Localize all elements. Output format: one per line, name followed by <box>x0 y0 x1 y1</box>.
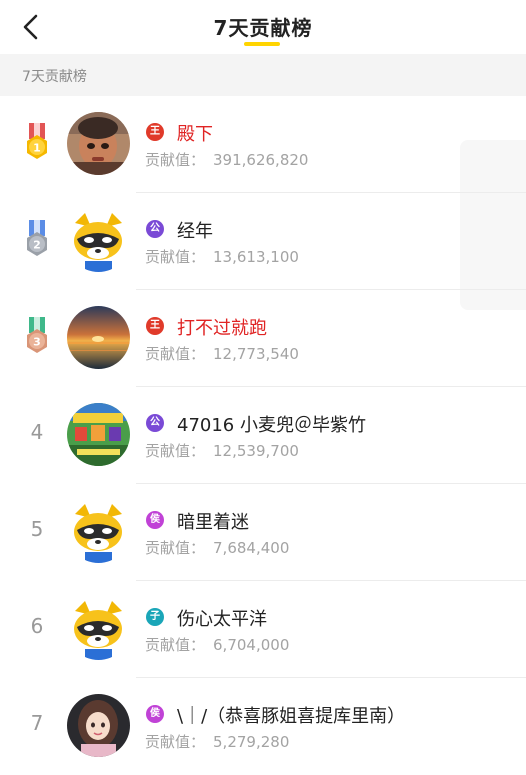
avatar[interactable] <box>67 306 130 369</box>
avatar[interactable] <box>67 597 130 660</box>
list-item[interactable]: 4 公 47016 小麦兜＠毕紫竹 贡献值： 12,539,700 <box>0 387 526 484</box>
level-badge-icon: 公 <box>146 414 164 432</box>
user-name: 打不过就跑 <box>177 318 267 339</box>
title-underline <box>244 42 280 46</box>
level-badge-icon: 王 <box>146 317 164 335</box>
contribution-text: 贡献值： 6,704,000 <box>145 634 289 655</box>
avatar[interactable] <box>67 694 130 757</box>
section-header: 7天贡献榜 <box>0 54 526 96</box>
list-item[interactable]: 7 侯 \｜/（恭喜豚姐喜提库里南） 贡献值： 5,279,280 <box>0 678 526 775</box>
contribution-label: 贡献值： <box>145 151 206 169</box>
contribution-label: 贡献值： <box>145 442 206 460</box>
svg-text:3: 3 <box>33 336 41 349</box>
bronze-medal-icon: 3 <box>27 317 47 353</box>
contribution-text: 贡献值： 13,613,100 <box>145 246 299 267</box>
list-item[interactable]: 2 公 经年 贡献值： 13,613,100 <box>0 193 526 290</box>
contribution-value: 12,773,540 <box>213 345 299 363</box>
avatar[interactable] <box>67 500 130 563</box>
contribution-label: 贡献值： <box>145 345 206 363</box>
level-badge-icon: 侯 <box>146 511 164 529</box>
contribution-label: 贡献值： <box>145 636 206 654</box>
rank-number: 5 <box>30 517 44 541</box>
contribution-text: 贡献值： 391,626,820 <box>145 149 308 170</box>
list-item[interactable]: 6 子 伤心太平洋 贡献值： 6,704,000 <box>0 581 526 678</box>
level-badge-icon: 侯 <box>146 705 164 723</box>
user-name: \｜/（恭喜豚姐喜提库里南） <box>177 706 406 727</box>
rank-number: 7 <box>30 711 44 735</box>
list-item[interactable]: 3 王 打不过就跑 贡献值： 12,773,540 <box>0 290 526 387</box>
rank-number: 6 <box>30 614 44 638</box>
header-bar: 7天贡献榜 <box>0 0 526 54</box>
ranking-list: 1 王 殿下 贡献值： 391,626,820 2 公 经年 贡献值： 13,6… <box>0 96 526 775</box>
svg-text:2: 2 <box>33 239 41 252</box>
contribution-value: 6,704,000 <box>213 636 290 654</box>
contribution-text: 贡献值： 12,539,700 <box>145 440 299 461</box>
user-name: 伤心太平洋 <box>177 609 267 630</box>
contribution-value: 5,279,280 <box>213 733 290 751</box>
user-name: 47016 小麦兜＠毕紫竹 <box>177 415 366 436</box>
contribution-value: 13,613,100 <box>213 248 299 266</box>
contribution-label: 贡献值： <box>145 539 206 557</box>
user-name: 经年 <box>177 221 213 242</box>
contribution-label: 贡献值： <box>145 248 206 266</box>
rank-number: 4 <box>30 420 44 444</box>
list-item[interactable]: 5 侯 暗里着迷 贡献值： 7,684,400 <box>0 484 526 581</box>
svg-text:1: 1 <box>33 142 41 155</box>
contribution-value: 12,539,700 <box>213 442 299 460</box>
gold-medal-icon: 1 <box>27 123 47 159</box>
contribution-value: 7,684,400 <box>213 539 290 557</box>
contribution-value: 391,626,820 <box>213 151 309 169</box>
avatar[interactable] <box>67 209 130 272</box>
page-title: 7天贡献榜 <box>213 16 313 40</box>
avatar[interactable] <box>67 403 130 466</box>
contribution-text: 贡献值： 7,684,400 <box>145 537 289 558</box>
level-badge-icon: 王 <box>146 123 164 141</box>
level-badge-icon: 公 <box>146 220 164 238</box>
level-badge-icon: 子 <box>146 608 164 626</box>
list-item[interactable]: 1 王 殿下 贡献值： 391,626,820 <box>0 96 526 193</box>
contribution-label: 贡献值： <box>145 733 206 751</box>
contribution-text: 贡献值： 12,773,540 <box>145 343 299 364</box>
silver-medal-icon: 2 <box>27 220 47 256</box>
section-label: 7天贡献榜 <box>22 69 87 85</box>
avatar[interactable] <box>67 112 130 175</box>
contribution-text: 贡献值： 5,279,280 <box>145 731 289 752</box>
user-name: 暗里着迷 <box>177 512 249 533</box>
user-name: 殿下 <box>177 124 213 145</box>
